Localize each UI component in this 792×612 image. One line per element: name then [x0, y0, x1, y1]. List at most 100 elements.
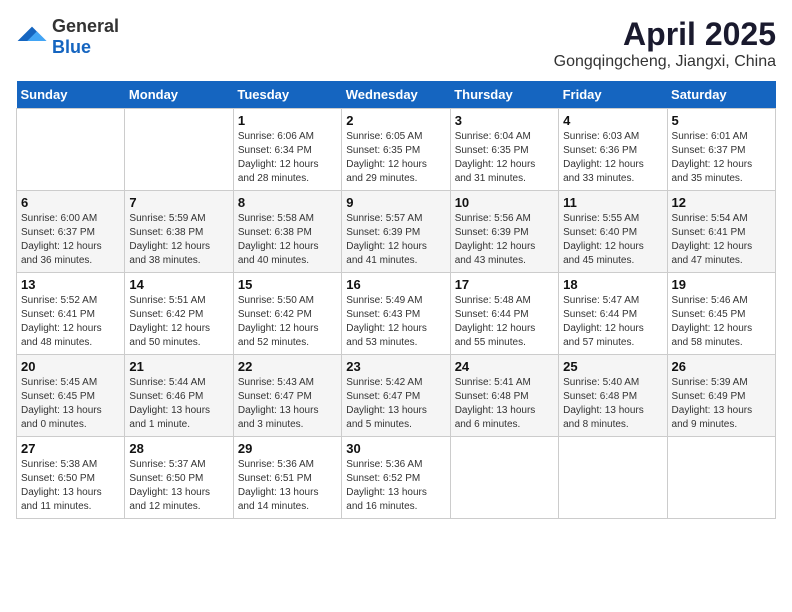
calendar-cell: 1Sunrise: 6:06 AMSunset: 6:34 PMDaylight… [233, 109, 341, 191]
header-row: SundayMondayTuesdayWednesdayThursdayFrid… [17, 81, 776, 109]
day-info: Sunrise: 5:59 AMSunset: 6:38 PMDaylight:… [129, 212, 228, 268]
calendar-cell: 2 Sunrise: 6:05 AMSunset: 6:35 PMDaylight… [342, 109, 450, 191]
week-row-4: 20 Sunrise: 5:45 AMSunset: 6:45 PMDayligh… [17, 355, 776, 437]
col-header-wednesday: Wednesday [342, 81, 450, 109]
day-info: Sunrise: 6:00 AMSunset: 6:37 PMDaylight:… [21, 212, 120, 268]
day-number: 11 [563, 195, 662, 210]
calendar-cell: 20 Sunrise: 5:45 AMSunset: 6:45 PMDayligh… [17, 355, 125, 437]
day-number: 7 [129, 195, 228, 210]
day-info: Sunrise: 5:47 AMSunset: 6:44 PMDaylight:… [563, 294, 662, 350]
logo-icon [16, 25, 48, 49]
day-number: 27 [21, 441, 120, 456]
day-info: Sunrise: 5:42 AMSunset: 6:47 PMDaylight:… [346, 376, 445, 432]
day-number: 3 [455, 113, 554, 128]
week-row-1: 1Sunrise: 6:06 AMSunset: 6:34 PMDaylight… [17, 109, 776, 191]
calendar-cell [17, 109, 125, 191]
col-header-sunday: Sunday [17, 81, 125, 109]
day-number: 18 [563, 277, 662, 292]
day-info: Sunrise: 5:43 AMSunset: 6:47 PMDaylight:… [238, 376, 337, 432]
day-info: Sunrise: 5:58 AMSunset: 6:38 PMDaylight:… [238, 212, 337, 268]
day-info: Sunrise: 5:56 AMSunset: 6:39 PMDaylight:… [455, 212, 554, 268]
day-info: Sunrise: 5:48 AMSunset: 6:44 PMDaylight:… [455, 294, 554, 350]
logo-blue-text: Blue [52, 37, 91, 57]
week-row-2: 6 Sunrise: 6:00 AMSunset: 6:37 PMDaylight… [17, 191, 776, 273]
calendar-cell: 5 Sunrise: 6:01 AMSunset: 6:37 PMDaylight… [667, 109, 775, 191]
calendar-cell: 10Sunrise: 5:56 AMSunset: 6:39 PMDayligh… [450, 191, 558, 273]
day-info: Sunrise: 5:45 AMSunset: 6:45 PMDaylight:… [21, 376, 120, 432]
day-info: Sunrise: 5:55 AMSunset: 6:40 PMDaylight:… [563, 212, 662, 268]
location-title: Gongqingcheng, Jiangxi, China [554, 53, 776, 71]
day-number: 9 [346, 195, 445, 210]
calendar-cell [125, 109, 233, 191]
day-number: 5 [672, 113, 771, 128]
calendar-table: SundayMondayTuesdayWednesdayThursdayFrid… [16, 81, 776, 519]
calendar-cell [559, 437, 667, 519]
day-info: Sunrise: 5:36 AMSunset: 6:51 PMDaylight:… [238, 458, 337, 514]
col-header-monday: Monday [125, 81, 233, 109]
day-number: 21 [129, 359, 228, 374]
day-info: Sunrise: 6:03 AMSunset: 6:36 PMDaylight:… [563, 130, 662, 186]
day-number: 20 [21, 359, 120, 374]
col-header-thursday: Thursday [450, 81, 558, 109]
day-info: Sunrise: 5:51 AMSunset: 6:42 PMDaylight:… [129, 294, 228, 350]
calendar-cell: 23 Sunrise: 5:42 AMSunset: 6:47 PMDayligh… [342, 355, 450, 437]
week-row-3: 13 Sunrise: 5:52 AMSunset: 6:41 PMDayligh… [17, 273, 776, 355]
calendar-cell: 14 Sunrise: 5:51 AMSunset: 6:42 PMDayligh… [125, 273, 233, 355]
calendar-cell: 6 Sunrise: 6:00 AMSunset: 6:37 PMDaylight… [17, 191, 125, 273]
day-number: 25 [563, 359, 662, 374]
day-number: 14 [129, 277, 228, 292]
calendar-cell: 29 Sunrise: 5:36 AMSunset: 6:51 PMDayligh… [233, 437, 341, 519]
day-number: 16 [346, 277, 445, 292]
day-number: 1 [238, 113, 337, 128]
calendar-cell: 3 Sunrise: 6:04 AMSunset: 6:35 PMDaylight… [450, 109, 558, 191]
day-number: 23 [346, 359, 445, 374]
day-info: Sunrise: 5:44 AMSunset: 6:46 PMDaylight:… [129, 376, 228, 432]
calendar-cell [450, 437, 558, 519]
calendar-cell: 8 Sunrise: 5:58 AMSunset: 6:38 PMDaylight… [233, 191, 341, 273]
day-number: 12 [672, 195, 771, 210]
col-header-tuesday: Tuesday [233, 81, 341, 109]
day-number: 2 [346, 113, 445, 128]
day-info: Sunrise: 5:57 AMSunset: 6:39 PMDaylight:… [346, 212, 445, 268]
calendar-cell: 22Sunrise: 5:43 AMSunset: 6:47 PMDayligh… [233, 355, 341, 437]
calendar-cell: 19Sunrise: 5:46 AMSunset: 6:45 PMDayligh… [667, 273, 775, 355]
calendar-cell: 17 Sunrise: 5:48 AMSunset: 6:44 PMDayligh… [450, 273, 558, 355]
day-number: 8 [238, 195, 337, 210]
logo-general-text: General [52, 16, 119, 36]
day-info: Sunrise: 5:36 AMSunset: 6:52 PMDaylight:… [346, 458, 445, 514]
day-info: Sunrise: 5:54 AMSunset: 6:41 PMDaylight:… [672, 212, 771, 268]
col-header-saturday: Saturday [667, 81, 775, 109]
day-number: 29 [238, 441, 337, 456]
calendar-cell: 12 Sunrise: 5:54 AMSunset: 6:41 PMDayligh… [667, 191, 775, 273]
day-info: Sunrise: 5:39 AMSunset: 6:49 PMDaylight:… [672, 376, 771, 432]
day-number: 13 [21, 277, 120, 292]
day-number: 6 [21, 195, 120, 210]
day-info: Sunrise: 5:37 AMSunset: 6:50 PMDaylight:… [129, 458, 228, 514]
day-number: 17 [455, 277, 554, 292]
calendar-cell [667, 437, 775, 519]
calendar-cell: 9 Sunrise: 5:57 AMSunset: 6:39 PMDaylight… [342, 191, 450, 273]
calendar-cell: 18 Sunrise: 5:47 AMSunset: 6:44 PMDayligh… [559, 273, 667, 355]
calendar-cell: 27 Sunrise: 5:38 AMSunset: 6:50 PMDayligh… [17, 437, 125, 519]
day-number: 4 [563, 113, 662, 128]
logo: General Blue [16, 16, 119, 58]
day-info: Sunrise: 5:52 AMSunset: 6:41 PMDaylight:… [21, 294, 120, 350]
calendar-cell: 13 Sunrise: 5:52 AMSunset: 6:41 PMDayligh… [17, 273, 125, 355]
day-info: Sunrise: 5:38 AMSunset: 6:50 PMDaylight:… [21, 458, 120, 514]
day-info: Sunrise: 6:04 AMSunset: 6:35 PMDaylight:… [455, 130, 554, 186]
day-info: Sunrise: 6:01 AMSunset: 6:37 PMDaylight:… [672, 130, 771, 186]
calendar-cell: 26Sunrise: 5:39 AMSunset: 6:49 PMDayligh… [667, 355, 775, 437]
day-number: 19 [672, 277, 771, 292]
calendar-cell: 30Sunrise: 5:36 AMSunset: 6:52 PMDayligh… [342, 437, 450, 519]
title-area: April 2025 Gongqingcheng, Jiangxi, China [554, 16, 776, 71]
calendar-cell: 7 Sunrise: 5:59 AMSunset: 6:38 PMDaylight… [125, 191, 233, 273]
calendar-cell: 28Sunrise: 5:37 AMSunset: 6:50 PMDayligh… [125, 437, 233, 519]
day-info: Sunrise: 5:50 AMSunset: 6:42 PMDaylight:… [238, 294, 337, 350]
day-number: 15 [238, 277, 337, 292]
day-number: 24 [455, 359, 554, 374]
calendar-cell: 4 Sunrise: 6:03 AMSunset: 6:36 PMDaylight… [559, 109, 667, 191]
day-info: Sunrise: 5:41 AMSunset: 6:48 PMDaylight:… [455, 376, 554, 432]
calendar-cell: 24 Sunrise: 5:41 AMSunset: 6:48 PMDayligh… [450, 355, 558, 437]
day-info: Sunrise: 6:05 AMSunset: 6:35 PMDaylight:… [346, 130, 445, 186]
header: General Blue April 2025 Gongqingcheng, J… [16, 16, 776, 71]
